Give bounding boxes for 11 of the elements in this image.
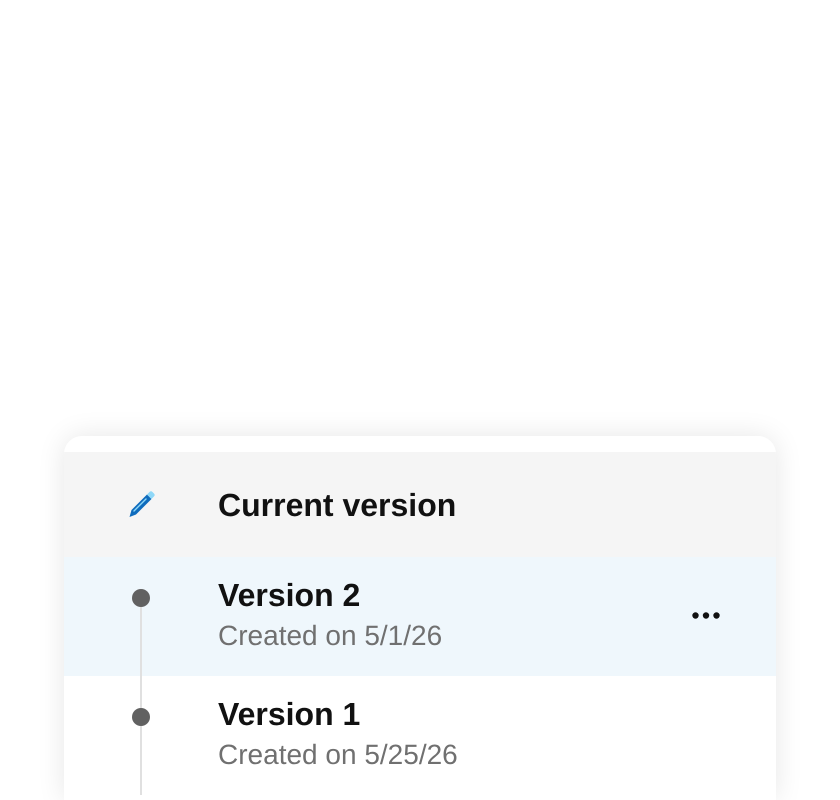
current-version-label: Current version [218, 486, 456, 524]
current-version-row[interactable]: Current version [64, 452, 776, 557]
timeline-dot-icon [132, 589, 150, 607]
version-row[interactable]: Version 1 Created on 5/25/26 [64, 676, 776, 795]
timeline-dot-icon [132, 708, 150, 726]
version-date: Created on 5/25/26 [218, 738, 459, 772]
version-row[interactable]: Version 2 Created on 5/1/26 [64, 557, 776, 676]
version-title: Version 2 [218, 576, 362, 614]
version-title: Version 1 [218, 695, 362, 733]
more-icon [692, 612, 720, 618]
version-date: Created on 5/1/26 [218, 619, 444, 653]
